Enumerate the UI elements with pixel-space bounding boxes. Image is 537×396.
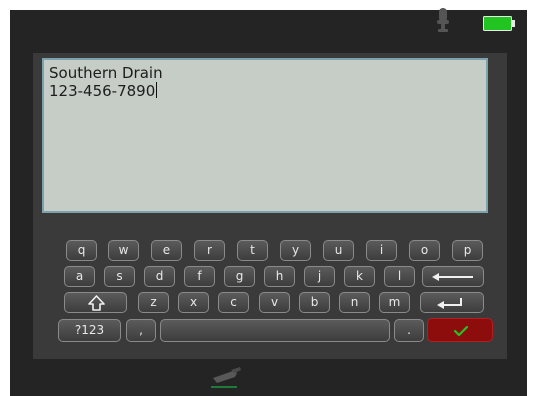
text-line-1: Southern Drain (49, 64, 163, 82)
backspace-arrow-icon (432, 273, 473, 281)
key-o[interactable]: o (409, 240, 440, 261)
microphone-icon (437, 8, 449, 32)
shift-key[interactable] (64, 292, 127, 313)
confirm-button[interactable] (427, 318, 493, 342)
enter-key[interactable] (420, 292, 484, 313)
key-m[interactable]: m (379, 292, 410, 313)
key-a[interactable]: a (64, 266, 95, 287)
period-key[interactable]: . (394, 319, 424, 342)
comma-key[interactable]: , (126, 319, 156, 342)
key-j[interactable]: j (304, 266, 335, 287)
key-y[interactable]: y (280, 240, 311, 261)
key-f[interactable]: f (184, 266, 215, 287)
space-key[interactable] (160, 319, 390, 342)
key-s[interactable]: s (104, 266, 135, 287)
key-l[interactable]: l (384, 266, 415, 287)
key-w[interactable]: w (108, 240, 139, 261)
key-x[interactable]: x (178, 292, 209, 313)
key-q[interactable]: q (66, 240, 97, 261)
key-r[interactable]: r (194, 240, 225, 261)
checkmark-icon (453, 325, 469, 337)
text-line-2: 123-456-7890 (49, 82, 156, 100)
key-h[interactable]: h (264, 266, 295, 287)
enter-icon (437, 298, 462, 309)
key-k[interactable]: k (344, 266, 375, 287)
key-v[interactable]: v (259, 292, 290, 313)
paint-tool-icon[interactable] (207, 362, 245, 390)
key-t[interactable]: t (237, 240, 268, 261)
key-u[interactable]: u (323, 240, 354, 261)
key-e[interactable]: e (151, 240, 182, 261)
key-i[interactable]: i (366, 240, 397, 261)
text-line-2-wrap: 123-456-7890 (49, 82, 481, 100)
numbers-key[interactable]: ?123 (58, 319, 121, 342)
key-b[interactable]: b (299, 292, 330, 313)
shift-icon (88, 295, 105, 311)
text-entry-area[interactable]: Southern Drain 123-456-7890 (42, 58, 488, 213)
battery-full-icon (483, 16, 515, 31)
key-z[interactable]: z (138, 292, 169, 313)
key-g[interactable]: g (224, 266, 255, 287)
text-cursor (156, 82, 158, 98)
key-d[interactable]: d (144, 266, 175, 287)
key-n[interactable]: n (339, 292, 370, 313)
backspace-key[interactable] (422, 266, 484, 287)
key-c[interactable]: c (218, 292, 249, 313)
key-p[interactable]: p (452, 240, 483, 261)
